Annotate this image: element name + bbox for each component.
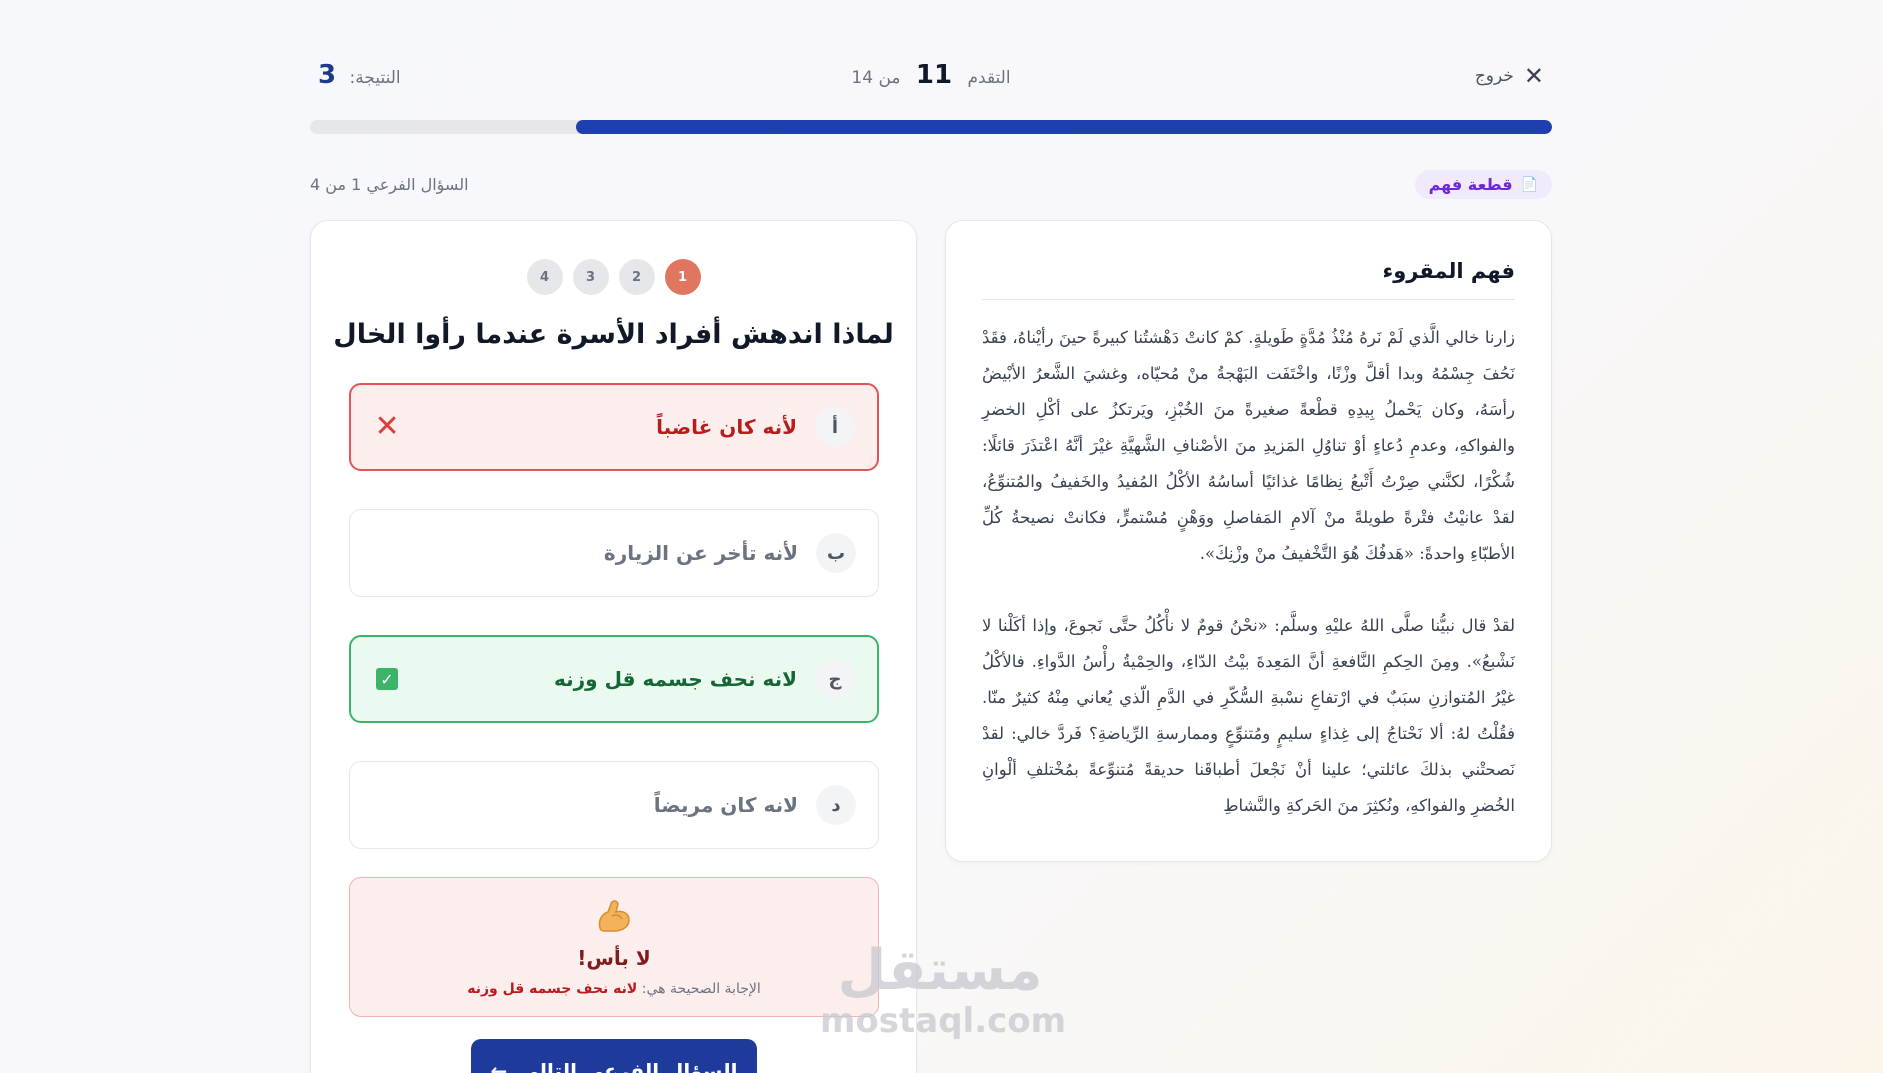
subquestion-step-2[interactable]: 2: [618, 259, 655, 295]
option-b[interactable]: ب لأنه تأخر عن الزيارة: [349, 509, 879, 597]
feedback-panel: لا بأس! الإجابة الصحيحة هي: لانه نحف جسم…: [349, 877, 879, 1017]
option-text: لأنه تأخر عن الزيارة: [603, 541, 798, 565]
correct-answer-value: لانه نحف جسمه قل وزنه: [467, 981, 638, 997]
progress-bar: [310, 120, 1552, 134]
reading-paragraph-1: زارنا خالي الَّذي لَمْ نَرهُ مُنْذُ مُدَ…: [982, 328, 1515, 563]
watermark-logo: مستقل mostaql.com: [820, 938, 1067, 1041]
option-c[interactable]: ج لانه نحف جسمه قل وزنه ✓: [349, 635, 879, 723]
arrow-left-icon: ←: [490, 1059, 508, 1073]
subquestion-counter: السؤال الفرعي 1 من 4: [310, 175, 469, 194]
flexed-biceps-icon: [350, 898, 878, 934]
option-text: لانه نحف جسمه قل وزنه: [554, 667, 797, 691]
score-label: النتيجة:: [349, 68, 401, 88]
top-bar: خروج ✕ التقدم 11 من 14 النتيجة: 3: [310, 56, 1552, 96]
score: النتيجة: 3: [318, 60, 401, 90]
badge-label: قطعة فهم: [1428, 175, 1513, 194]
correct-answer-prefix: الإجابة الصحيحة هي:: [641, 981, 761, 997]
reading-paragraph-2: لقدْ قال نبيُّنا صلَّى اللهُ عليْهِ وسلَ…: [982, 616, 1515, 815]
option-letter: د: [816, 785, 856, 825]
option-letter: ب: [816, 533, 856, 573]
subquestion-step-3[interactable]: 3: [572, 259, 609, 295]
option-letter: أ: [815, 407, 855, 447]
next-subquestion-button[interactable]: السؤال الفرعي التالي ←: [471, 1039, 757, 1073]
subquestion-stepper: 1234: [311, 259, 916, 295]
next-button-label: السؤال الفرعي التالي: [519, 1059, 738, 1073]
option-a[interactable]: أ لأنه كان غاضباً ✕: [349, 383, 879, 471]
option-text: لانه كان مريضاً: [653, 793, 798, 817]
score-value: 3: [318, 60, 337, 90]
document-icon: 📄: [1520, 176, 1538, 193]
progress-bar-fill: [575, 120, 1552, 134]
check-icon: ✓: [373, 665, 401, 693]
subquestion-step-1[interactable]: 1: [664, 259, 701, 295]
passage-type-badge: 📄 قطعة فهم: [1414, 170, 1552, 199]
option-text: لأنه كان غاضباً: [656, 415, 797, 439]
question-title: لماذا اندهش أفراد الأسرة عندما رأوا الخا…: [333, 319, 894, 350]
reading-passage-card: فهم المقروء زارنا خالي الَّذي لَمْ نَرهُ…: [945, 220, 1552, 862]
reading-title: فهم المقروء: [982, 259, 1515, 300]
correct-answer-line: الإجابة الصحيحة هي: لانه نحف جسمه قل وزن…: [350, 981, 878, 997]
wrong-x-icon: ✕: [374, 409, 400, 444]
option-d[interactable]: د لانه كان مريضاً: [349, 761, 879, 849]
progress-label: التقدم: [967, 68, 1011, 88]
progress-info: التقدم 11 من 14: [310, 60, 1552, 90]
subquestion-step-4[interactable]: 4: [526, 259, 563, 295]
option-letter: ج: [815, 659, 855, 699]
progress-current: 11: [915, 60, 953, 90]
progress-total: من 14: [851, 68, 901, 88]
feedback-heading: لا بأس!: [577, 946, 651, 970]
